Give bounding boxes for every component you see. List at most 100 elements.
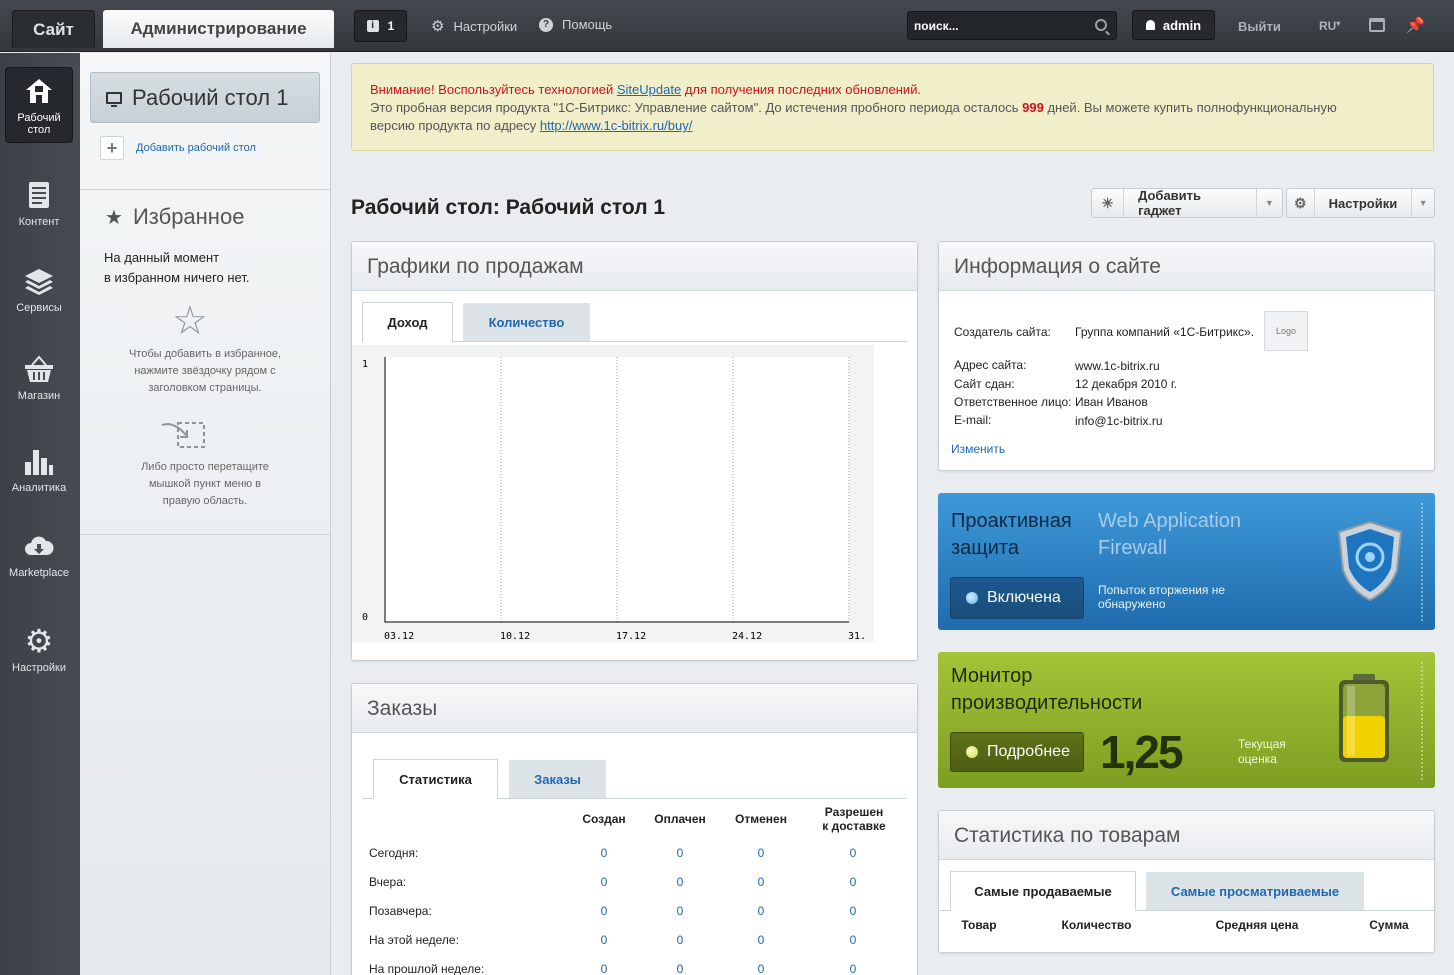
chart-x-tick-label: 03.12 bbox=[384, 631, 414, 642]
search-box bbox=[907, 11, 1117, 40]
alert-warning-text: для получения последних обновлений. bbox=[681, 82, 922, 97]
pin-icon[interactable]: 📌 bbox=[1406, 16, 1425, 34]
alert-line-2: Это пробная версия продукта "1С-Битрикс:… bbox=[370, 99, 1415, 117]
siteupdate-link[interactable]: SiteUpdate bbox=[617, 82, 681, 97]
nav-item-services[interactable]: Сервисы bbox=[5, 244, 73, 320]
tab-most-viewed[interactable]: Самые просматриваемые bbox=[1146, 872, 1364, 910]
security-title-line: защита bbox=[951, 537, 1019, 559]
gadget-drag-handle[interactable] bbox=[1421, 662, 1423, 780]
favorites-hint-star: Чтобы добавить в избранное, нажмите звёз… bbox=[105, 346, 305, 397]
column-header: Количество bbox=[1061, 918, 1132, 932]
add-gadget-button[interactable]: ☀ Добавить гаджет ▼ bbox=[1091, 188, 1283, 218]
settings-link[interactable]: ⚙ Настройки bbox=[431, 17, 517, 35]
order-count-link[interactable]: 0 bbox=[746, 875, 776, 889]
chart-y-tick-label: 1 bbox=[362, 359, 368, 370]
person-value: Иван Иванов bbox=[1075, 395, 1148, 409]
product-stats-gadget: Статистика по товарам Самые продаваемые … bbox=[938, 810, 1435, 953]
tab-site[interactable]: Сайт bbox=[12, 10, 95, 48]
hint-line: нажмите звёздочку рядом с bbox=[134, 365, 276, 377]
status-dot-icon bbox=[966, 746, 978, 758]
search-input[interactable] bbox=[914, 17, 1089, 35]
row-label: Сегодня: bbox=[369, 846, 419, 860]
email-link[interactable]: info@1c-bitrix.ru bbox=[1075, 414, 1163, 428]
nav-label: Рабочий стол bbox=[17, 112, 61, 136]
notifications-button[interactable]: i 1 bbox=[354, 10, 407, 42]
top-bar: Сайт Администрирование i 1 ⚙ Настройки ?… bbox=[0, 0, 1454, 52]
order-count-link[interactable]: 0 bbox=[838, 904, 868, 918]
creator-value: Группа компаний «1С-Битрикс». bbox=[1075, 325, 1255, 339]
document-icon bbox=[29, 182, 49, 208]
calendar-icon[interactable] bbox=[1369, 18, 1385, 32]
order-count-link[interactable]: 0 bbox=[665, 962, 695, 975]
desktop-selector[interactable]: Рабочий стол 1 bbox=[90, 72, 320, 123]
order-count-link[interactable]: 0 bbox=[589, 933, 619, 947]
tab-best-selling[interactable]: Самые продаваемые bbox=[950, 871, 1136, 911]
order-count-link[interactable]: 0 bbox=[665, 904, 695, 918]
buy-link[interactable]: http://www.1c-bitrix.ru/buy/ bbox=[540, 118, 692, 133]
nav-item-desktop[interactable]: Рабочий стол bbox=[5, 67, 73, 143]
tab-statistics[interactable]: Статистика bbox=[373, 759, 498, 799]
tab-orders[interactable]: Заказы bbox=[509, 760, 606, 798]
gadget-drag-handle[interactable] bbox=[1421, 503, 1423, 621]
security-subtitle-line: Web Application bbox=[1098, 510, 1242, 532]
performance-note-line: оценка bbox=[1238, 752, 1277, 766]
column-header: Сумма bbox=[1369, 918, 1409, 932]
order-count-link[interactable]: 0 bbox=[589, 846, 619, 860]
gadget-title[interactable]: Информация о сайте bbox=[939, 242, 1434, 291]
order-count-link[interactable]: 0 bbox=[665, 875, 695, 889]
sun-icon: ☀ bbox=[1092, 189, 1125, 217]
order-count-link[interactable]: 0 bbox=[589, 962, 619, 975]
chevron-down-icon: ▾ bbox=[1336, 19, 1341, 28]
desktop-settings-button[interactable]: ⚙ Настройки ▼ bbox=[1286, 188, 1435, 218]
tab-administration[interactable]: Администрирование bbox=[103, 10, 334, 48]
nav-item-settings[interactable]: ⚙ Настройки bbox=[5, 604, 73, 680]
order-count-link[interactable]: 0 bbox=[838, 933, 868, 947]
address-link[interactable]: www.1c-bitrix.ru bbox=[1075, 359, 1160, 373]
performance-details-button[interactable]: Подробнее bbox=[950, 732, 1084, 772]
nav-item-marketplace[interactable]: Marketplace bbox=[5, 509, 73, 585]
security-title-line: Проактивная bbox=[951, 510, 1072, 532]
order-count-link[interactable]: 0 bbox=[746, 846, 776, 860]
alert-warning-text: Внимание! Воспользуйтесь технологией bbox=[370, 82, 617, 97]
security-title: Проактивная защита bbox=[951, 508, 1072, 562]
performance-title-line: производительности bbox=[951, 692, 1143, 714]
order-count-link[interactable]: 0 bbox=[838, 846, 868, 860]
order-count-link[interactable]: 0 bbox=[665, 933, 695, 947]
help-link[interactable]: ? Помощь bbox=[539, 17, 612, 32]
order-count-link[interactable]: 0 bbox=[589, 904, 619, 918]
order-count-link[interactable]: 0 bbox=[589, 875, 619, 889]
nav-item-shop[interactable]: Магазин bbox=[5, 332, 73, 408]
user-button[interactable]: admin bbox=[1132, 10, 1215, 40]
chevron-down-icon[interactable]: ▼ bbox=[1411, 189, 1434, 217]
address-label: Адрес сайта: bbox=[954, 358, 1027, 372]
order-count-link[interactable]: 0 bbox=[746, 962, 776, 975]
nav-item-content[interactable]: Контент bbox=[5, 158, 73, 234]
nav-label: Marketplace bbox=[9, 567, 69, 579]
chart-x-tick-label: 10.12 bbox=[500, 631, 530, 642]
alert-text: дней. Вы можете купить полнофункциональн… bbox=[1043, 100, 1337, 115]
language-selector[interactable]: RU▾ bbox=[1319, 19, 1340, 33]
user-icon bbox=[1145, 20, 1155, 30]
chevron-down-icon[interactable]: ▼ bbox=[1255, 189, 1282, 217]
add-desktop-link[interactable]: + Добавить рабочий стол bbox=[100, 136, 256, 160]
logout-link[interactable]: Выйти bbox=[1238, 19, 1281, 34]
order-count-link[interactable]: 0 bbox=[746, 933, 776, 947]
date-value: 12 декабря 2010 г. bbox=[1075, 377, 1178, 391]
gadget-title[interactable]: Заказы bbox=[352, 684, 917, 733]
search-icon[interactable] bbox=[1095, 19, 1107, 31]
empty-line: в избранном ничего нет. bbox=[104, 270, 250, 285]
hint-line: Либо просто перетащите bbox=[141, 461, 269, 473]
order-count-link[interactable]: 0 bbox=[838, 962, 868, 975]
tab-income[interactable]: Доход bbox=[362, 302, 453, 342]
order-count-link[interactable]: 0 bbox=[746, 904, 776, 918]
language-label: RU bbox=[1319, 19, 1337, 33]
add-desktop-label: Добавить рабочий стол bbox=[136, 142, 256, 154]
order-count-link[interactable]: 0 bbox=[665, 846, 695, 860]
gadget-title[interactable]: Статистика по товарам bbox=[939, 811, 1434, 860]
shield-icon bbox=[1337, 520, 1403, 602]
nav-item-analytics[interactable]: Аналитика bbox=[5, 424, 73, 500]
security-status-button[interactable]: Включена bbox=[950, 577, 1084, 619]
alert-line-1: Внимание! Воспользуйтесь технологией Sit… bbox=[370, 81, 1415, 99]
edit-link[interactable]: Изменить bbox=[951, 442, 1005, 456]
order-count-link[interactable]: 0 bbox=[838, 875, 868, 889]
